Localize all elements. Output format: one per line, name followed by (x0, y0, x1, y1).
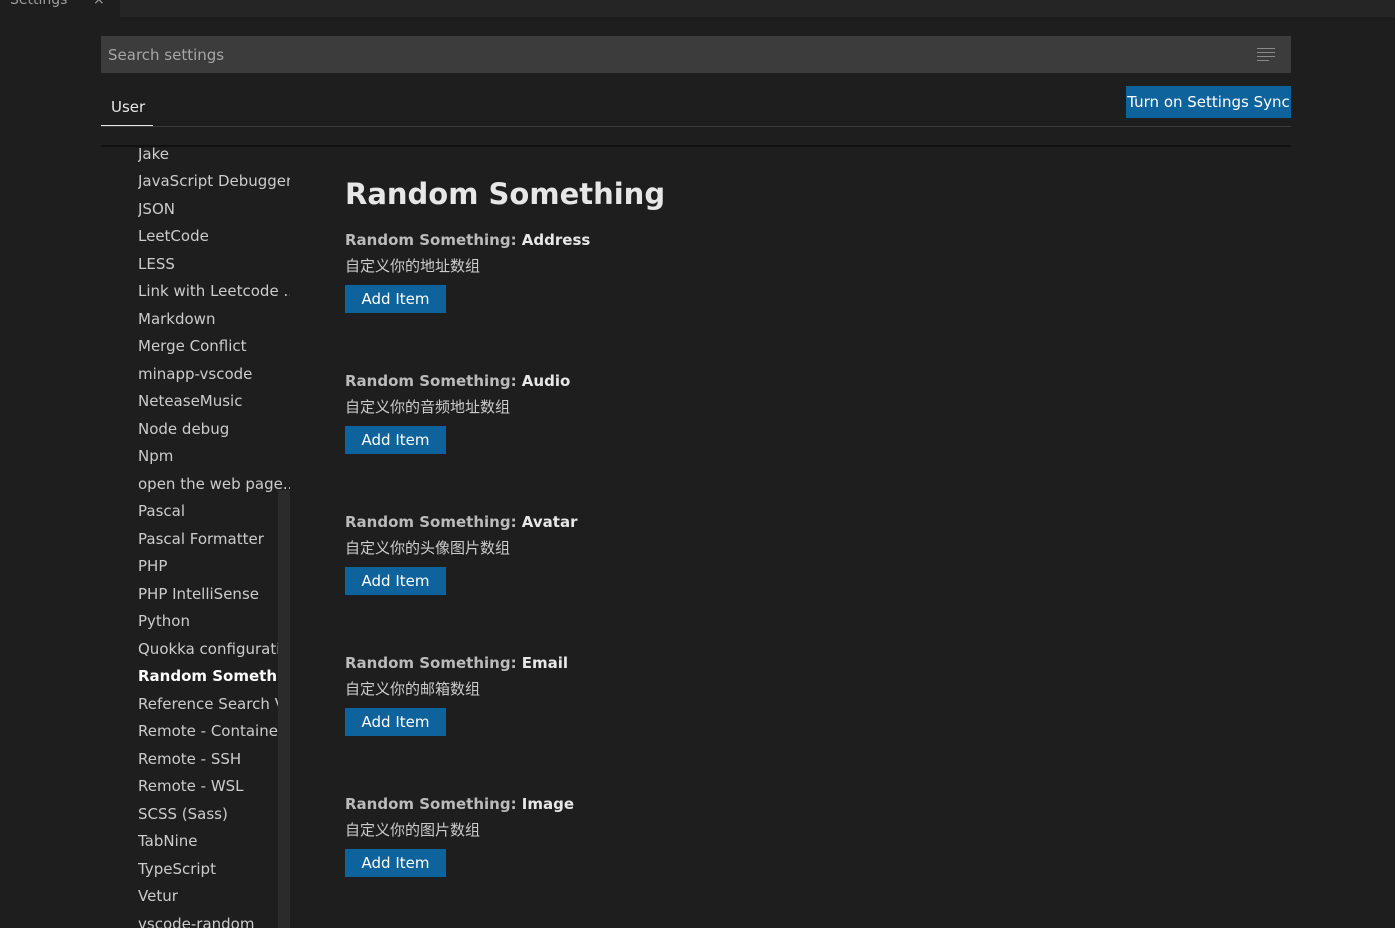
search-input[interactable] (101, 36, 1241, 73)
toc-item-remote-wsl[interactable]: Remote - WSL (138, 774, 290, 798)
toc-item-npm[interactable]: Npm (138, 444, 290, 468)
toc-item-javascript-debugger[interactable]: JavaScript Debugger (138, 169, 290, 193)
setting-label: Random Something: Address (345, 231, 590, 249)
tab-user[interactable]: User (101, 96, 153, 126)
setting-key: Address (521, 231, 591, 249)
toc-item-php[interactable]: PHP (138, 554, 290, 578)
toc-item-reference-search-view[interactable]: Reference Search V... (138, 692, 290, 716)
setting-key: Audio (521, 372, 571, 390)
setting-category: Random Something: (345, 654, 522, 672)
editor-tab-bar: Settings × (0, 0, 1395, 17)
setting-category: Random Something: (345, 372, 522, 390)
toc-item-quokka-configuration[interactable]: Quokka configurati... (138, 637, 290, 661)
setting-item-audio: Random Something: Audio 自定义你的音频地址数组 Add … (345, 372, 945, 472)
settings-toc: Jake JavaScript Debugger JSON LeetCode L… (101, 147, 291, 928)
toc-item-less[interactable]: LESS (138, 252, 290, 276)
setting-item-image: Random Something: Image 自定义你的图片数组 Add It… (345, 795, 945, 895)
setting-description: 自定义你的邮箱数组 (345, 680, 481, 698)
editor-tab-label: Settings (10, 0, 68, 8)
setting-category: Random Something: (345, 513, 522, 531)
section-title: Random Something (345, 177, 666, 211)
toc-item-leetcode[interactable]: LeetCode (138, 224, 290, 248)
setting-label: Random Something: Image (345, 795, 574, 813)
settings-list: Random Something Random Something: Addre… (345, 147, 1291, 928)
setting-item-email: Random Something: Email 自定义你的邮箱数组 Add It… (345, 654, 945, 754)
setting-key: Image (521, 795, 575, 813)
turn-on-settings-sync-button[interactable]: Turn on Settings Sync (1126, 86, 1291, 118)
setting-label: Random Something: Email (345, 654, 568, 672)
setting-description: 自定义你的图片数组 (345, 821, 481, 839)
tab-user-label: User (111, 98, 146, 116)
toc-item-scss[interactable]: SCSS (Sass) (138, 802, 290, 826)
setting-description: 自定义你的地址数组 (345, 257, 481, 275)
setting-label: Random Something: Audio (345, 372, 570, 390)
search-box (101, 36, 1291, 73)
toc-item-link-with-leetcode[interactable]: Link with Leetcode ... (138, 279, 290, 303)
toc-item-open-the-web-page[interactable]: open the web page... (138, 472, 290, 496)
close-icon[interactable]: × (93, 0, 105, 8)
tab-divider (101, 126, 1291, 127)
setting-description: 自定义你的音频地址数组 (345, 398, 511, 416)
toc-item-tabnine[interactable]: TabNine (138, 829, 290, 853)
setting-key: Email (521, 654, 569, 672)
add-item-button[interactable]: Add Item (345, 426, 446, 454)
setting-description: 自定义你的头像图片数组 (345, 539, 511, 557)
toc-scrollbar[interactable] (278, 490, 290, 928)
toc-item-neteasemusic[interactable]: NeteaseMusic (138, 389, 290, 413)
toc-item-vetur[interactable]: Vetur (138, 884, 290, 908)
add-item-button[interactable]: Add Item (345, 567, 446, 595)
editor-tab-settings[interactable]: Settings × (0, 0, 120, 17)
setting-label: Random Something: Avatar (345, 513, 577, 531)
toc-item-minapp-vscode[interactable]: minapp-vscode (138, 362, 290, 386)
toc-item-typescript[interactable]: TypeScript (138, 857, 290, 881)
toc-item-remote-ssh[interactable]: Remote - SSH (138, 747, 290, 771)
setting-category: Random Something: (345, 795, 522, 813)
toc-item-pascal-formatter[interactable]: Pascal Formatter (138, 527, 290, 551)
toc-item-random-something[interactable]: Random Something (138, 664, 290, 688)
setting-item-avatar: Random Something: Avatar 自定义你的头像图片数组 Add… (345, 513, 945, 613)
toc-item-php-intellisense[interactable]: PHP IntelliSense (138, 582, 290, 606)
setting-key: Avatar (521, 513, 578, 531)
toc-item-pascal[interactable]: Pascal (138, 499, 290, 523)
add-item-button[interactable]: Add Item (345, 285, 446, 313)
toc-item-node-debug[interactable]: Node debug (138, 417, 290, 441)
setting-category: Random Something: (345, 231, 522, 249)
toc-item-vscode-random[interactable]: vscode-random (138, 912, 290, 928)
toc-item-remote-containers[interactable]: Remote - Containers (138, 719, 290, 743)
toc-item-json[interactable]: JSON (138, 197, 290, 221)
toc-item-markdown[interactable]: Markdown (138, 307, 290, 331)
toc-item-python[interactable]: Python (138, 609, 290, 633)
toc-item-jake[interactable]: Jake (138, 147, 290, 166)
filter-icon[interactable] (1257, 47, 1275, 61)
setting-item-address: Random Something: Address 自定义你的地址数组 Add … (345, 231, 945, 331)
add-item-button[interactable]: Add Item (345, 708, 446, 736)
toc-item-merge-conflict[interactable]: Merge Conflict (138, 334, 290, 358)
add-item-button[interactable]: Add Item (345, 849, 446, 877)
